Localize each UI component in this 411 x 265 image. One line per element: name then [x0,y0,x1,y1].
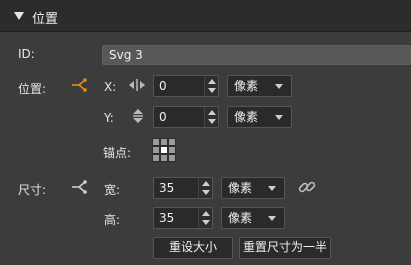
decrement-icon[interactable] [208,119,216,124]
height-stepper[interactable] [198,208,212,228]
size-label: 尺寸: [18,183,47,197]
decrement-icon[interactable] [202,220,210,225]
x-unit-value: 像素 [234,79,259,93]
height-unit-dropdown[interactable]: 像素 [221,207,285,229]
increment-icon[interactable] [208,110,216,115]
x-input[interactable]: 0 [153,75,219,97]
y-input[interactable]: 0 [153,106,219,128]
section-title: 位置 [32,12,59,27]
width-unit-value: 像素 [228,181,253,195]
reset-size-button[interactable]: 重设大小 [153,237,233,259]
x-unit-dropdown[interactable]: 像素 [227,75,292,97]
height-unit-value: 像素 [228,211,253,225]
x-stepper[interactable] [204,76,218,96]
height-value: 35 [159,211,175,225]
x-label: X: [104,80,117,94]
chevron-down-icon [275,84,283,89]
horizontal-arrows-icon[interactable] [128,78,146,92]
width-label: 宽: [104,183,121,197]
id-field[interactable]: Svg 3 [102,45,411,65]
position-link-icon[interactable] [70,77,88,93]
height-label: 高: [104,213,121,227]
decrement-icon[interactable] [208,88,216,93]
height-input[interactable]: 35 [153,207,213,229]
reset-half-size-button[interactable]: 重置尺寸为一半 [239,237,331,259]
x-value: 0 [159,79,167,93]
collapse-triangle-icon[interactable] [14,12,24,20]
width-stepper[interactable] [198,178,212,198]
anchor-grid-icon[interactable] [152,138,176,162]
size-link-icon[interactable] [70,179,88,195]
anchor-label: 锚点: [103,146,132,160]
chevron-down-icon [268,216,276,221]
decrement-icon[interactable] [202,190,210,195]
y-unit-dropdown[interactable]: 像素 [227,106,292,128]
width-value: 35 [159,181,175,195]
section-header[interactable]: 位置 [0,0,411,32]
position-label: 位置: [18,82,47,96]
increment-icon[interactable] [202,211,210,216]
increment-icon[interactable] [202,181,210,186]
vertical-arrows-icon[interactable] [131,108,145,124]
chain-link-icon[interactable] [298,178,316,196]
increment-icon[interactable] [208,79,216,84]
y-unit-value: 像素 [234,110,259,124]
chevron-down-icon [268,186,276,191]
chevron-down-icon [275,115,283,120]
width-unit-dropdown[interactable]: 像素 [221,177,285,199]
y-value: 0 [159,110,167,124]
width-input[interactable]: 35 [153,177,213,199]
id-label: ID: [18,47,35,61]
y-stepper[interactable] [204,107,218,127]
y-label: Y: [104,111,114,125]
